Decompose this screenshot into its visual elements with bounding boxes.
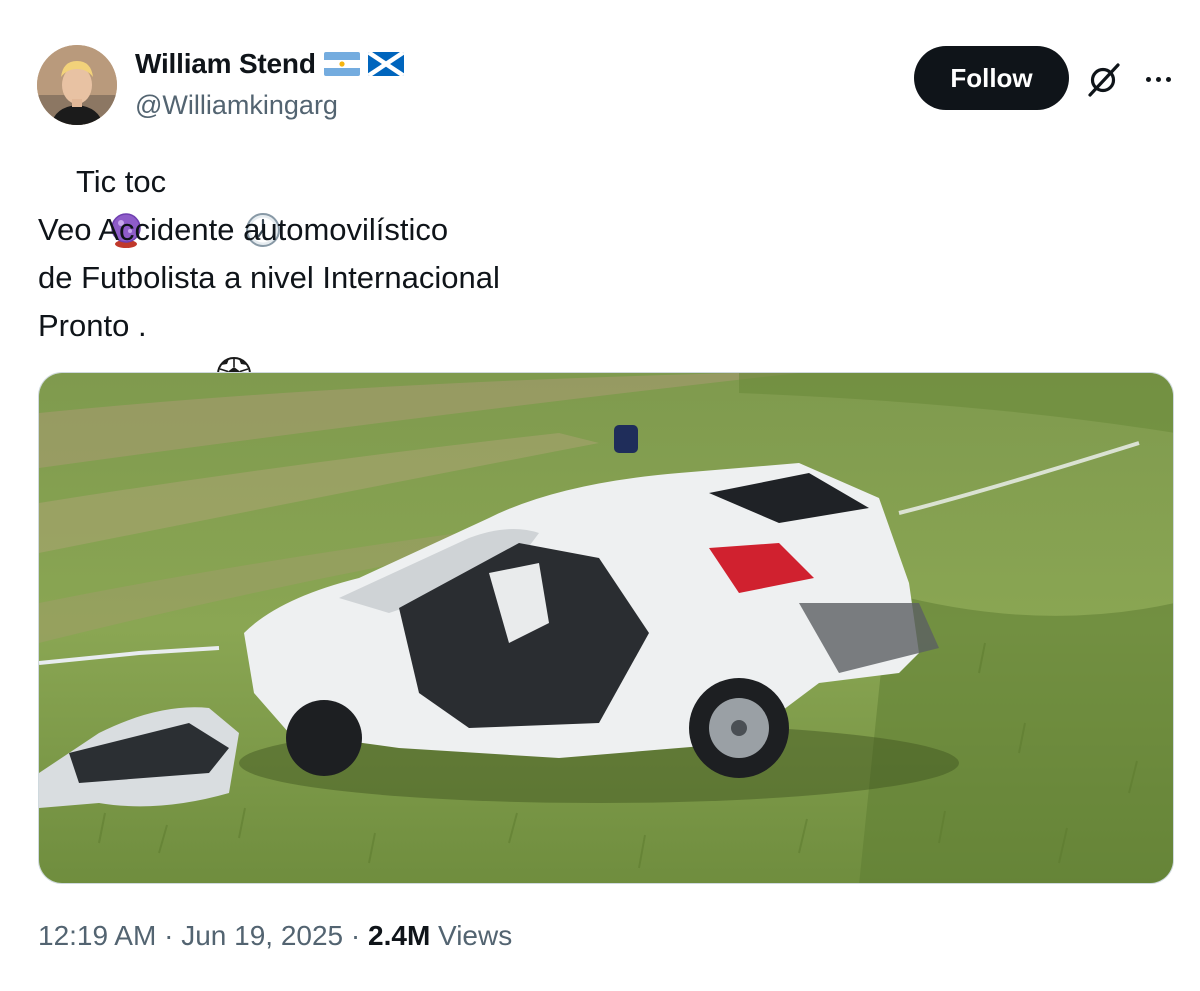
clock-icon bbox=[175, 163, 280, 247]
post-line-1: Tic toc bbox=[38, 158, 500, 248]
post-meta: 12:19 AM · Jun 19, 2025 · 2.4M Views bbox=[38, 920, 512, 952]
avatar-image bbox=[37, 45, 117, 125]
grok-icon[interactable] bbox=[1084, 59, 1124, 99]
tweet-card: William Stend @Williamkingarg Follow Tic… bbox=[0, 0, 1200, 991]
post-line-4-text: Pronto . bbox=[38, 308, 147, 343]
more-options-icon[interactable] bbox=[1138, 62, 1178, 96]
argentina-flag-icon bbox=[323, 52, 360, 76]
author-display-name[interactable]: William Stend bbox=[135, 48, 316, 80]
soccer-ball-icon bbox=[147, 307, 252, 391]
views-label: Views bbox=[430, 920, 513, 951]
post-media-photo[interactable] bbox=[38, 372, 1174, 884]
scotland-flag-icon bbox=[367, 52, 404, 76]
crystal-ball-icon bbox=[38, 163, 141, 248]
author-name-row: William Stend bbox=[135, 48, 404, 80]
author-handle[interactable]: @Williamkingarg bbox=[135, 90, 338, 121]
post-line-1-text: Tic toc bbox=[76, 164, 175, 199]
wrecked-car-photo bbox=[39, 373, 1173, 883]
avatar[interactable] bbox=[37, 45, 117, 125]
meta-separator: · bbox=[343, 920, 369, 951]
post-line-3: de Futbolista a nivel Internacional bbox=[38, 260, 500, 295]
post-line-2: Veo Accidente automovilístico bbox=[38, 212, 449, 247]
post-text: Tic toc Veo Accidente automovilístico de… bbox=[38, 158, 500, 391]
post-date[interactable]: Jun 19, 2025 bbox=[181, 920, 343, 952]
follow-button[interactable]: Follow bbox=[914, 46, 1069, 110]
meta-separator: · bbox=[156, 920, 182, 951]
views-count: 2.4M bbox=[368, 920, 431, 951]
post-time[interactable]: 12:19 AM bbox=[38, 920, 156, 952]
post-line-4: Pronto . bbox=[38, 302, 500, 391]
